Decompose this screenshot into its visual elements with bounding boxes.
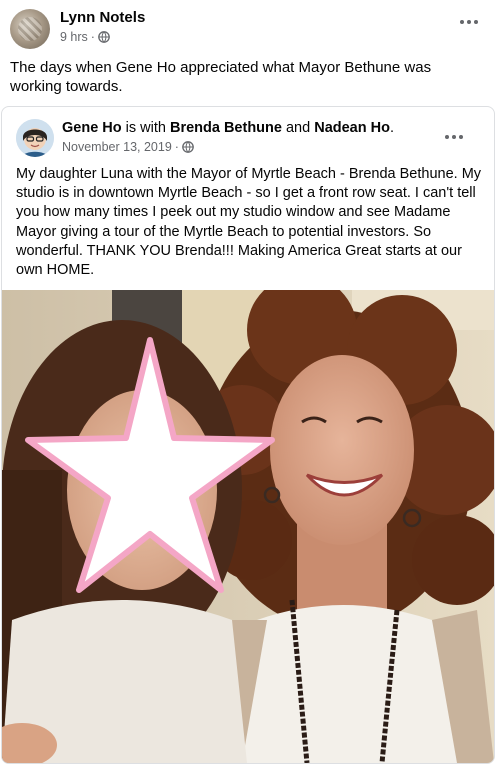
shared-author-line: Gene Ho is with Brenda Bethune and Nadea… [62,120,394,136]
more-options-icon[interactable] [457,14,481,30]
globe-icon[interactable] [182,141,194,153]
tagged-person-1[interactable]: Brenda Bethune [170,120,282,136]
author-avatar[interactable] [10,9,50,49]
connector-text: is with [121,120,170,136]
shared-post-card[interactable]: Gene Ho is with Brenda Bethune and Nadea… [1,106,495,764]
tagged-person-2[interactable]: Nadean Ho [314,120,390,136]
shared-post-date[interactable]: November 13, 2019 [62,140,172,154]
meta-separator: · [174,140,179,154]
globe-icon[interactable] [98,31,110,43]
meta-separator: · [90,30,95,44]
post-header: Lynn Notels 9 hrs · [0,0,495,56]
end-punct: . [389,120,394,136]
connector-text-2: and [281,120,315,136]
shared-author-avatar[interactable] [16,119,54,157]
post-time[interactable]: 9 hrs [60,30,88,44]
shared-post-meta: November 13, 2019 · [62,140,194,154]
post-photo[interactable] [2,290,494,763]
post-meta: 9 hrs · [60,30,110,44]
shared-author-name[interactable]: Gene Ho [62,120,122,136]
shared-post-text: My daughter Luna with the Mayor of Myrtl… [16,166,482,279]
author-name[interactable]: Lynn Notels [60,9,145,26]
more-options-icon[interactable] [442,129,466,145]
post-text: The days when Gene Ho appreciated what M… [10,59,432,95]
